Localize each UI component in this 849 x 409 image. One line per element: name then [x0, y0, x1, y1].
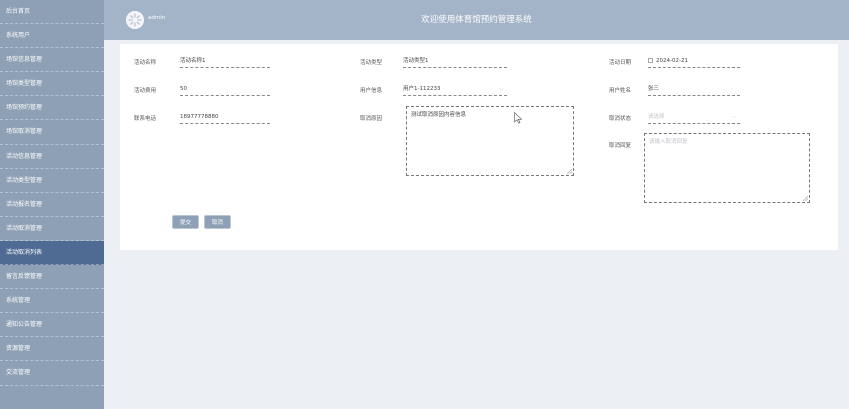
- activity-fee-label: 活动费用: [134, 88, 157, 94]
- mouse-cursor-icon: [514, 112, 522, 124]
- sidebar-item-activity-info[interactable]: 活动信息管理: [0, 145, 104, 169]
- user-name-label: 用户姓名: [609, 88, 632, 94]
- calendar-icon: [648, 58, 653, 63]
- cancel-status-label: 取消状态: [609, 116, 632, 122]
- cancel-reply-placeholder: 请输入取消回复: [649, 139, 688, 145]
- activity-date-field[interactable]: 2024-02-21: [648, 56, 740, 68]
- activity-name-field[interactable]: 活动名称1: [180, 56, 270, 68]
- cancel-status-select[interactable]: 请选择 ⌵: [648, 112, 740, 124]
- cancel-reply-textarea[interactable]: 请输入取消回复: [644, 133, 810, 203]
- activity-date-value: 2024-02-21: [656, 58, 688, 64]
- sidebar-item-venue-booking[interactable]: 场馆预约管理: [0, 96, 104, 121]
- cancel-reason-value: 测试取消原因内容信息: [411, 112, 467, 118]
- sidebar-item-exchange[interactable]: 交流管理: [0, 361, 104, 386]
- sidebar-item-system-users[interactable]: 系统用户: [0, 24, 104, 49]
- activity-date-label: 活动日期: [609, 60, 632, 66]
- activity-type-field[interactable]: 活动类型1: [403, 56, 507, 68]
- resize-handle-icon[interactable]: [567, 169, 572, 174]
- cancel-reply-label: 取消回复: [609, 143, 632, 149]
- sidebar-item-venue-cancel[interactable]: 场馆取消管理: [0, 120, 104, 145]
- chevron-down-icon: ⌵: [499, 86, 503, 92]
- sidebar: 后台首页 系统用户 场馆信息管理 场馆类型管理 场馆预约管理 场馆取消管理 活动…: [0, 0, 104, 409]
- cancel-status-placeholder: 请选择: [648, 114, 665, 120]
- activity-fee-field[interactable]: 50: [180, 84, 270, 96]
- user-info-select[interactable]: 用户1-112233 ⌵: [403, 84, 507, 96]
- cancel-reason-label: 取消原因: [360, 116, 383, 122]
- cancel-button[interactable]: 取消: [204, 215, 232, 229]
- user-info-value: 用户1-112233: [403, 86, 441, 92]
- sidebar-item-venue-info[interactable]: 场馆信息管理: [0, 48, 104, 73]
- sidebar-item-activity-signup[interactable]: 活动报名管理: [0, 193, 104, 217]
- chevron-down-icon: ⌵: [732, 114, 736, 120]
- submit-button[interactable]: 提交: [172, 215, 200, 229]
- sidebar-item-activity-type[interactable]: 活动类型管理: [0, 169, 104, 193]
- sidebar-item-venue-type[interactable]: 场馆类型管理: [0, 72, 104, 97]
- phone-field[interactable]: 18977778880: [180, 112, 270, 124]
- phone-label: 联系电话: [134, 116, 157, 122]
- sidebar-item-system-manage[interactable]: 系统管理: [0, 289, 104, 314]
- page-title: 欢迎使用体育馆预约管理系统: [421, 15, 532, 25]
- activity-name-label: 活动名称: [134, 60, 157, 66]
- sidebar-item-home[interactable]: 后台首页: [0, 0, 104, 25]
- sidebar-item-feedback[interactable]: 留言反馈管理: [0, 265, 104, 290]
- cancel-reason-textarea[interactable]: 测试取消原因内容信息: [406, 106, 574, 176]
- user-info-label: 用户信息: [360, 88, 383, 94]
- sidebar-item-notice[interactable]: 通知公告管理: [0, 313, 104, 338]
- cancel-form: 活动名称 活动名称1 活动类型 活动类型1 活动日期 2024-02-21 活动…: [120, 44, 838, 250]
- activity-type-label: 活动类型: [360, 60, 383, 66]
- sidebar-item-activity-cancel-list[interactable]: 活动取消列表: [0, 240, 104, 266]
- sidebar-item-resources[interactable]: 资源管理: [0, 337, 104, 362]
- main-content: 活动名称 活动名称1 活动类型 活动类型1 活动日期 2024-02-21 活动…: [104, 40, 849, 409]
- resize-handle-icon[interactable]: [803, 196, 808, 201]
- top-header: admin 欢迎使用体育馆预约管理系统: [104, 0, 849, 40]
- user-name-field[interactable]: 张三: [648, 84, 740, 96]
- sidebar-item-activity-cancel-manage[interactable]: 活动取消管理: [0, 217, 104, 241]
